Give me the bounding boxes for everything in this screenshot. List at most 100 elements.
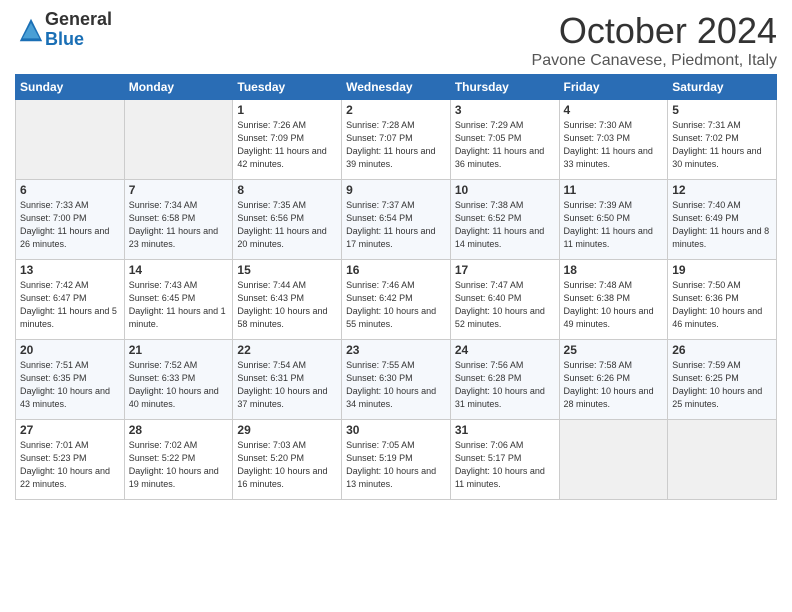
calendar-cell: 11 Sunrise: 7:39 AM Sunset: 6:50 PM Dayl… [559,180,668,260]
logo: General Blue [15,10,112,50]
day-number: 18 [564,263,664,277]
day-info: Sunrise: 7:43 AM Sunset: 6:45 PM Dayligh… [129,279,229,331]
calendar-cell: 8 Sunrise: 7:35 AM Sunset: 6:56 PM Dayli… [233,180,342,260]
calendar-cell: 12 Sunrise: 7:40 AM Sunset: 6:49 PM Dayl… [668,180,777,260]
day-number: 27 [20,423,120,437]
day-number: 9 [346,183,446,197]
calendar-week-row: 1 Sunrise: 7:26 AM Sunset: 7:09 PM Dayli… [16,100,777,180]
calendar-cell: 28 Sunrise: 7:02 AM Sunset: 5:22 PM Dayl… [124,420,233,500]
calendar-cell [124,100,233,180]
day-number: 29 [237,423,337,437]
day-info: Sunrise: 7:02 AM Sunset: 5:22 PM Dayligh… [129,439,229,491]
day-number: 17 [455,263,555,277]
day-number: 5 [672,103,772,117]
calendar-cell: 6 Sunrise: 7:33 AM Sunset: 7:00 PM Dayli… [16,180,125,260]
day-number: 30 [346,423,446,437]
calendar-cell: 27 Sunrise: 7:01 AM Sunset: 5:23 PM Dayl… [16,420,125,500]
calendar-week-row: 27 Sunrise: 7:01 AM Sunset: 5:23 PM Dayl… [16,420,777,500]
calendar-cell: 10 Sunrise: 7:38 AM Sunset: 6:52 PM Dayl… [450,180,559,260]
month-title: October 2024 [532,10,777,52]
day-number: 19 [672,263,772,277]
day-info: Sunrise: 7:03 AM Sunset: 5:20 PM Dayligh… [237,439,337,491]
day-number: 7 [129,183,229,197]
day-info: Sunrise: 7:01 AM Sunset: 5:23 PM Dayligh… [20,439,120,491]
logo-general-text: General [45,9,112,29]
calendar-cell: 21 Sunrise: 7:52 AM Sunset: 6:33 PM Dayl… [124,340,233,420]
calendar-cell: 23 Sunrise: 7:55 AM Sunset: 6:30 PM Dayl… [342,340,451,420]
day-number: 1 [237,103,337,117]
day-info: Sunrise: 7:54 AM Sunset: 6:31 PM Dayligh… [237,359,337,411]
day-info: Sunrise: 7:26 AM Sunset: 7:09 PM Dayligh… [237,119,337,171]
day-number: 6 [20,183,120,197]
day-info: Sunrise: 7:48 AM Sunset: 6:38 PM Dayligh… [564,279,664,331]
calendar-cell: 31 Sunrise: 7:06 AM Sunset: 5:17 PM Dayl… [450,420,559,500]
day-info: Sunrise: 7:47 AM Sunset: 6:40 PM Dayligh… [455,279,555,331]
day-info: Sunrise: 7:44 AM Sunset: 6:43 PM Dayligh… [237,279,337,331]
day-info: Sunrise: 7:50 AM Sunset: 6:36 PM Dayligh… [672,279,772,331]
day-info: Sunrise: 7:40 AM Sunset: 6:49 PM Dayligh… [672,199,772,251]
day-info: Sunrise: 7:55 AM Sunset: 6:30 PM Dayligh… [346,359,446,411]
calendar-cell: 2 Sunrise: 7:28 AM Sunset: 7:07 PM Dayli… [342,100,451,180]
calendar-cell [16,100,125,180]
day-number: 13 [20,263,120,277]
day-info: Sunrise: 7:58 AM Sunset: 6:26 PM Dayligh… [564,359,664,411]
calendar-table: SundayMondayTuesdayWednesdayThursdayFrid… [15,74,777,500]
day-number: 21 [129,343,229,357]
day-number: 23 [346,343,446,357]
day-info: Sunrise: 7:46 AM Sunset: 6:42 PM Dayligh… [346,279,446,331]
logo-icon [17,16,45,44]
calendar-week-row: 6 Sunrise: 7:33 AM Sunset: 7:00 PM Dayli… [16,180,777,260]
day-info: Sunrise: 7:37 AM Sunset: 6:54 PM Dayligh… [346,199,446,251]
day-number: 16 [346,263,446,277]
day-info: Sunrise: 7:42 AM Sunset: 6:47 PM Dayligh… [20,279,120,331]
day-number: 25 [564,343,664,357]
day-number: 14 [129,263,229,277]
day-info: Sunrise: 7:30 AM Sunset: 7:03 PM Dayligh… [564,119,664,171]
calendar-week-row: 13 Sunrise: 7:42 AM Sunset: 6:47 PM Dayl… [16,260,777,340]
calendar-cell: 29 Sunrise: 7:03 AM Sunset: 5:20 PM Dayl… [233,420,342,500]
day-info: Sunrise: 7:59 AM Sunset: 6:25 PM Dayligh… [672,359,772,411]
calendar-header-row: SundayMondayTuesdayWednesdayThursdayFrid… [16,75,777,100]
weekday-header: Thursday [450,75,559,100]
weekday-header: Friday [559,75,668,100]
day-number: 3 [455,103,555,117]
weekday-header: Monday [124,75,233,100]
title-area: October 2024 Pavone Canavese, Piedmont, … [532,10,777,70]
calendar-cell: 3 Sunrise: 7:29 AM Sunset: 7:05 PM Dayli… [450,100,559,180]
day-number: 2 [346,103,446,117]
calendar-cell: 4 Sunrise: 7:30 AM Sunset: 7:03 PM Dayli… [559,100,668,180]
day-number: 28 [129,423,229,437]
day-number: 22 [237,343,337,357]
day-info: Sunrise: 7:28 AM Sunset: 7:07 PM Dayligh… [346,119,446,171]
calendar-cell [559,420,668,500]
weekday-header: Tuesday [233,75,342,100]
calendar-cell: 24 Sunrise: 7:56 AM Sunset: 6:28 PM Dayl… [450,340,559,420]
day-number: 11 [564,183,664,197]
weekday-header: Saturday [668,75,777,100]
calendar-cell: 17 Sunrise: 7:47 AM Sunset: 6:40 PM Dayl… [450,260,559,340]
calendar-cell: 18 Sunrise: 7:48 AM Sunset: 6:38 PM Dayl… [559,260,668,340]
day-number: 8 [237,183,337,197]
day-number: 20 [20,343,120,357]
calendar-cell: 22 Sunrise: 7:54 AM Sunset: 6:31 PM Dayl… [233,340,342,420]
calendar-week-row: 20 Sunrise: 7:51 AM Sunset: 6:35 PM Dayl… [16,340,777,420]
location-title: Pavone Canavese, Piedmont, Italy [532,52,777,70]
day-info: Sunrise: 7:31 AM Sunset: 7:02 PM Dayligh… [672,119,772,171]
day-info: Sunrise: 7:52 AM Sunset: 6:33 PM Dayligh… [129,359,229,411]
page-header: General Blue October 2024 Pavone Canaves… [15,10,777,70]
day-number: 10 [455,183,555,197]
weekday-header: Sunday [16,75,125,100]
day-info: Sunrise: 7:56 AM Sunset: 6:28 PM Dayligh… [455,359,555,411]
day-info: Sunrise: 7:29 AM Sunset: 7:05 PM Dayligh… [455,119,555,171]
day-info: Sunrise: 7:34 AM Sunset: 6:58 PM Dayligh… [129,199,229,251]
day-info: Sunrise: 7:33 AM Sunset: 7:00 PM Dayligh… [20,199,120,251]
day-number: 4 [564,103,664,117]
calendar-cell: 5 Sunrise: 7:31 AM Sunset: 7:02 PM Dayli… [668,100,777,180]
calendar-cell: 26 Sunrise: 7:59 AM Sunset: 6:25 PM Dayl… [668,340,777,420]
calendar-cell: 16 Sunrise: 7:46 AM Sunset: 6:42 PM Dayl… [342,260,451,340]
calendar-cell: 15 Sunrise: 7:44 AM Sunset: 6:43 PM Dayl… [233,260,342,340]
calendar-cell: 20 Sunrise: 7:51 AM Sunset: 6:35 PM Dayl… [16,340,125,420]
day-info: Sunrise: 7:39 AM Sunset: 6:50 PM Dayligh… [564,199,664,251]
weekday-header: Wednesday [342,75,451,100]
calendar-cell: 1 Sunrise: 7:26 AM Sunset: 7:09 PM Dayli… [233,100,342,180]
